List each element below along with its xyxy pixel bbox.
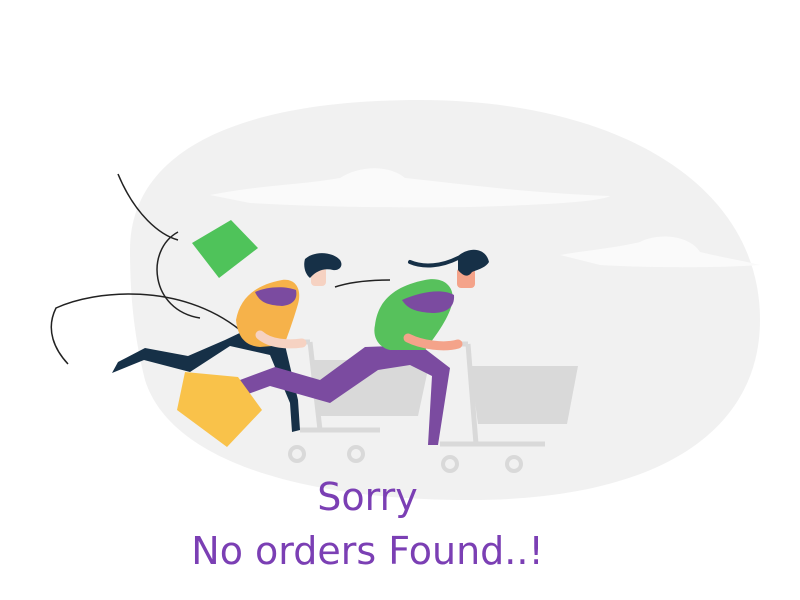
- message-line-2: No orders Found..!: [191, 529, 544, 573]
- message-line-1: Sorry: [317, 475, 418, 519]
- empty-orders-screen: Sorry No orders Found..!: [0, 0, 800, 600]
- empty-state-message: Sorry No orders Found..!: [0, 470, 735, 578]
